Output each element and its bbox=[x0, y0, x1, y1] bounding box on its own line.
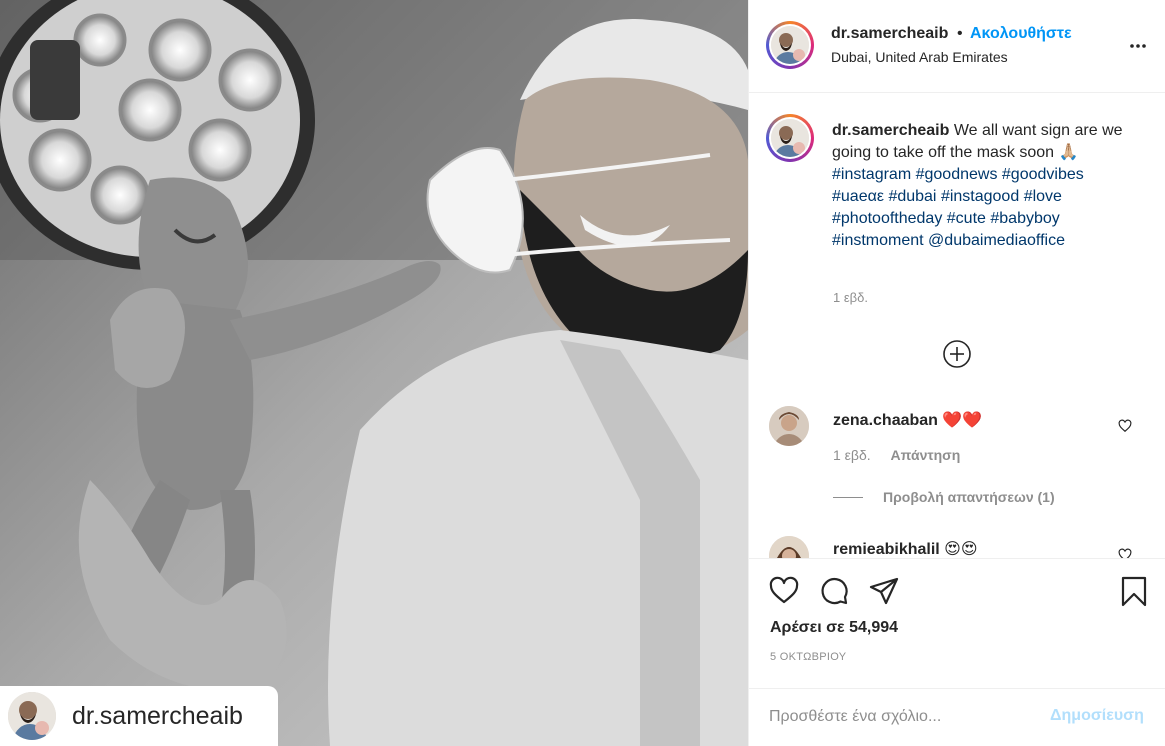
post-side-panel: dr.samercheaib • Ακολουθήστε Dubai, Unit… bbox=[748, 0, 1165, 746]
caption-username[interactable]: dr.samercheaib bbox=[832, 122, 949, 139]
post-comment-button[interactable]: Δημοσίευση bbox=[1050, 707, 1144, 725]
hashtag[interactable]: #love bbox=[1024, 188, 1062, 205]
post-photo[interactable]: dr.samercheaib bbox=[0, 0, 748, 746]
hashtag[interactable]: #instagood bbox=[941, 188, 1019, 205]
comment-input[interactable] bbox=[769, 705, 1039, 729]
watermark-avatar bbox=[8, 692, 56, 740]
comment-like-heart-icon[interactable] bbox=[1118, 419, 1132, 433]
caption-avatar[interactable] bbox=[766, 114, 814, 162]
comment-text: 😍😍 bbox=[944, 541, 978, 558]
view-replies-button[interactable]: Προβολή απαντήσεων (1) bbox=[833, 489, 1055, 505]
follow-button[interactable]: Ακολουθήστε bbox=[970, 25, 1072, 43]
mention[interactable]: @dubaimediaoffice bbox=[928, 232, 1065, 249]
header-separator: • bbox=[957, 25, 963, 42]
share-paper-plane-icon[interactable] bbox=[868, 575, 900, 607]
comment-timestamp[interactable]: 1 εβδ. bbox=[833, 447, 871, 463]
post-location[interactable]: Dubai, United Arab Emirates bbox=[831, 49, 1008, 65]
author-avatar[interactable] bbox=[766, 21, 814, 69]
watermark-username: dr.samercheaib bbox=[72, 701, 243, 730]
hashtag[interactable]: #instmoment bbox=[832, 232, 924, 249]
hashtag[interactable]: #dubai bbox=[888, 188, 936, 205]
comment-meta: 1 εβδ. Απάντηση bbox=[833, 447, 960, 463]
commenter-avatar[interactable] bbox=[769, 536, 809, 558]
caption-timestamp[interactable]: 1 εβδ. bbox=[833, 290, 868, 305]
post-actions: Αρέσει σε 54,994 5 ΟΚΤΩΒΡΙΟΥ bbox=[749, 558, 1165, 688]
comment-username[interactable]: remieabikhalil 😍😍 bbox=[833, 539, 978, 558]
hashtag[interactable]: #babyboy bbox=[990, 210, 1059, 227]
more-horizontal-icon[interactable] bbox=[1126, 34, 1150, 58]
comment-username[interactable]: zena.chaaban ❤️❤️ bbox=[833, 410, 982, 430]
photo-scene bbox=[0, 0, 748, 746]
hashtag[interactable]: #cute bbox=[947, 210, 986, 227]
save-bookmark-icon[interactable] bbox=[1118, 575, 1150, 607]
add-comment-bar: Δημοσίευση bbox=[749, 688, 1165, 746]
load-more-comments-icon[interactable] bbox=[942, 339, 972, 369]
caption-emoji: 🙏🏼 bbox=[1058, 144, 1079, 161]
hashtag[interactable]: #instagram bbox=[832, 166, 911, 183]
comments-list[interactable]: zena.chaaban ❤️❤️ 1 εβδ. Απάντηση Προβολ… bbox=[749, 380, 1165, 558]
hashtag[interactable]: #photooftheday bbox=[832, 210, 942, 227]
author-username[interactable]: dr.samercheaib bbox=[831, 25, 948, 43]
post-caption: dr.samercheaib We all want sign are we g… bbox=[832, 120, 1132, 252]
comment-username-text[interactable]: zena.chaaban bbox=[833, 412, 938, 429]
post-header: dr.samercheaib • Ακολουθήστε Dubai, Unit… bbox=[749, 0, 1165, 93]
hashtag[interactable]: #goodnews bbox=[916, 166, 998, 183]
comment-bubble-icon[interactable] bbox=[818, 575, 850, 607]
hashtag[interactable]: #uaeαε bbox=[832, 188, 884, 205]
replies-divider bbox=[833, 496, 863, 498]
hashtag[interactable]: #goodvibes bbox=[1002, 166, 1084, 183]
like-heart-icon[interactable] bbox=[768, 575, 800, 607]
photo-watermark: dr.samercheaib bbox=[0, 686, 278, 746]
comment-username-text[interactable]: remieabikhalil bbox=[833, 541, 940, 558]
comment-like-heart-icon[interactable] bbox=[1118, 548, 1132, 558]
reply-button[interactable]: Απάντηση bbox=[891, 447, 961, 463]
view-replies-label[interactable]: Προβολή απαντήσεων (1) bbox=[883, 489, 1055, 505]
comment-text: ❤️❤️ bbox=[942, 412, 983, 429]
likes-count[interactable]: Αρέσει σε 54,994 bbox=[770, 619, 898, 637]
post-date[interactable]: 5 ΟΚΤΩΒΡΙΟΥ bbox=[770, 651, 846, 663]
commenter-avatar[interactable] bbox=[769, 406, 809, 446]
